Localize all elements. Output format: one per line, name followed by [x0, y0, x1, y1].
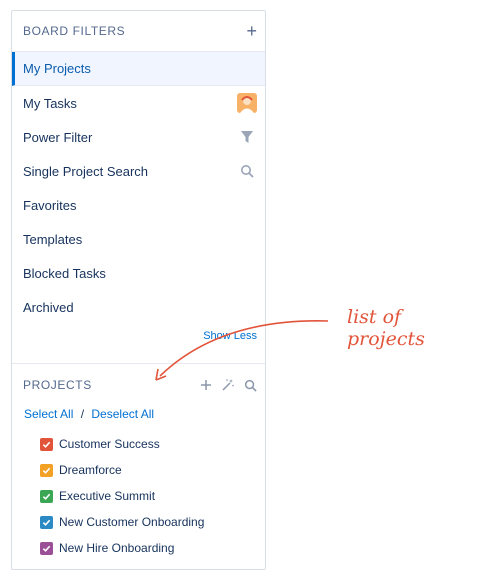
annotation-label: list of projects — [347, 306, 425, 350]
annotation-arrow-icon — [155, 320, 329, 381]
